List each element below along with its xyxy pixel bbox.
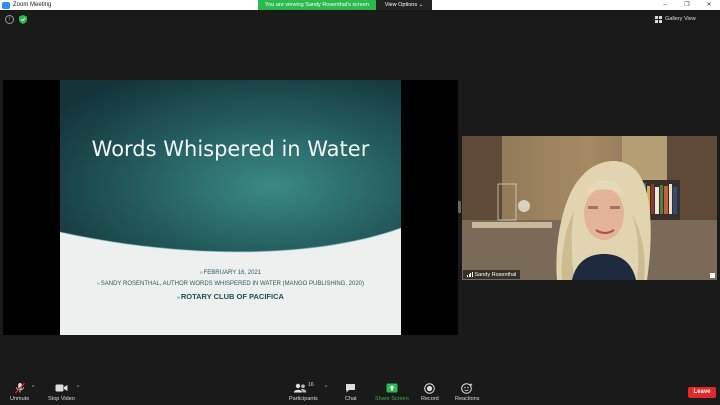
split-resize-handle[interactable]	[458, 201, 461, 213]
slide-organization: Rotary Club of Pacifica	[180, 292, 284, 301]
share-screen-label: Share Screen	[375, 396, 409, 402]
shared-screen: Words Whispered in Water »February 16, 2…	[3, 80, 458, 335]
presentation-slide: Words Whispered in Water »February 16, 2…	[60, 80, 401, 335]
encryption-shield-icon[interactable]	[19, 15, 27, 24]
participant-name: Sandy Rosenthal	[474, 271, 517, 278]
microphone-muted-icon	[14, 382, 25, 394]
chat-bubble-icon	[346, 384, 356, 393]
participant-video-tile[interactable]: Sandy Rosenthal	[462, 136, 717, 280]
stop-video-label: Stop Video	[48, 396, 75, 402]
view-options-button[interactable]: View Options ⌄	[376, 0, 432, 10]
gallery-view-label: Gallery View	[665, 16, 696, 22]
slide-line: »February 16, 2021	[60, 268, 401, 279]
minimize-button[interactable]: –	[654, 0, 676, 10]
unmute-button[interactable]: Unmute	[10, 382, 29, 402]
chat-button[interactable]: Chat	[345, 382, 357, 402]
stop-video-button[interactable]: Stop Video	[48, 382, 75, 402]
video-options-caret-icon[interactable]: ^	[77, 385, 79, 391]
gallery-grid-icon	[655, 15, 662, 23]
chat-label: Chat	[345, 396, 357, 402]
meeting-info-icon[interactable]: i	[5, 15, 14, 24]
record-icon	[424, 382, 436, 394]
participants-icon	[293, 383, 307, 393]
participants-options-caret-icon[interactable]: ^	[325, 385, 327, 391]
unmute-label: Unmute	[10, 396, 30, 402]
window-title: Zoom Meeting	[13, 2, 52, 8]
reactions-button[interactable]: Reactions	[455, 382, 479, 402]
meeting-toolbar: Unmute ^ Stop Video ^ 16 Participants ^	[0, 378, 720, 405]
bullet-icon: »	[96, 281, 100, 287]
leave-meeting-button[interactable]: Leave	[688, 387, 716, 398]
participants-label: Participants	[289, 396, 318, 402]
slide-title: Words Whispered in Water	[91, 137, 370, 161]
slide-header-background	[60, 80, 401, 253]
video-camera-icon	[55, 384, 68, 392]
audio-options-caret-icon[interactable]: ^	[32, 385, 34, 391]
gallery-view-button[interactable]: Gallery View	[655, 13, 701, 25]
viewing-screen-banner: You are viewing Sandy Rosenthal's screen	[258, 0, 376, 10]
slide-date: February 16, 2021	[203, 270, 262, 276]
record-label: Record	[421, 396, 439, 402]
zoom-app-icon	[2, 1, 10, 9]
reactions-smiley-icon	[461, 382, 473, 394]
share-screen-button[interactable]: Share Screen	[375, 382, 409, 402]
restore-button[interactable]: ❐	[676, 0, 698, 10]
connection-signal-icon	[467, 272, 473, 277]
record-button[interactable]: Record	[421, 382, 439, 402]
window-controls: – ❐ ✕	[654, 0, 720, 10]
slide-body: »February 16, 2021 »Sandy Rosenthal, Aut…	[60, 268, 401, 305]
bullet-icon: »	[199, 270, 203, 276]
participants-count: 16	[308, 382, 314, 388]
participants-button[interactable]: 16 Participants	[289, 382, 318, 402]
share-screen-icon	[386, 383, 398, 393]
close-button[interactable]: ✕	[698, 0, 720, 10]
participant-video-feed	[462, 136, 717, 280]
bullet-icon: »	[177, 295, 180, 301]
reactions-label: Reactions	[455, 396, 480, 402]
slide-author: Sandy Rosenthal, Author Words Whispered …	[100, 281, 365, 287]
slide-line: »Sandy Rosenthal, Author Words Whispered…	[60, 279, 401, 290]
participant-name-tag: Sandy Rosenthal	[463, 270, 521, 279]
slide-line: »Rotary Club of Pacifica	[60, 290, 401, 305]
tile-expand-icon[interactable]	[710, 273, 715, 278]
